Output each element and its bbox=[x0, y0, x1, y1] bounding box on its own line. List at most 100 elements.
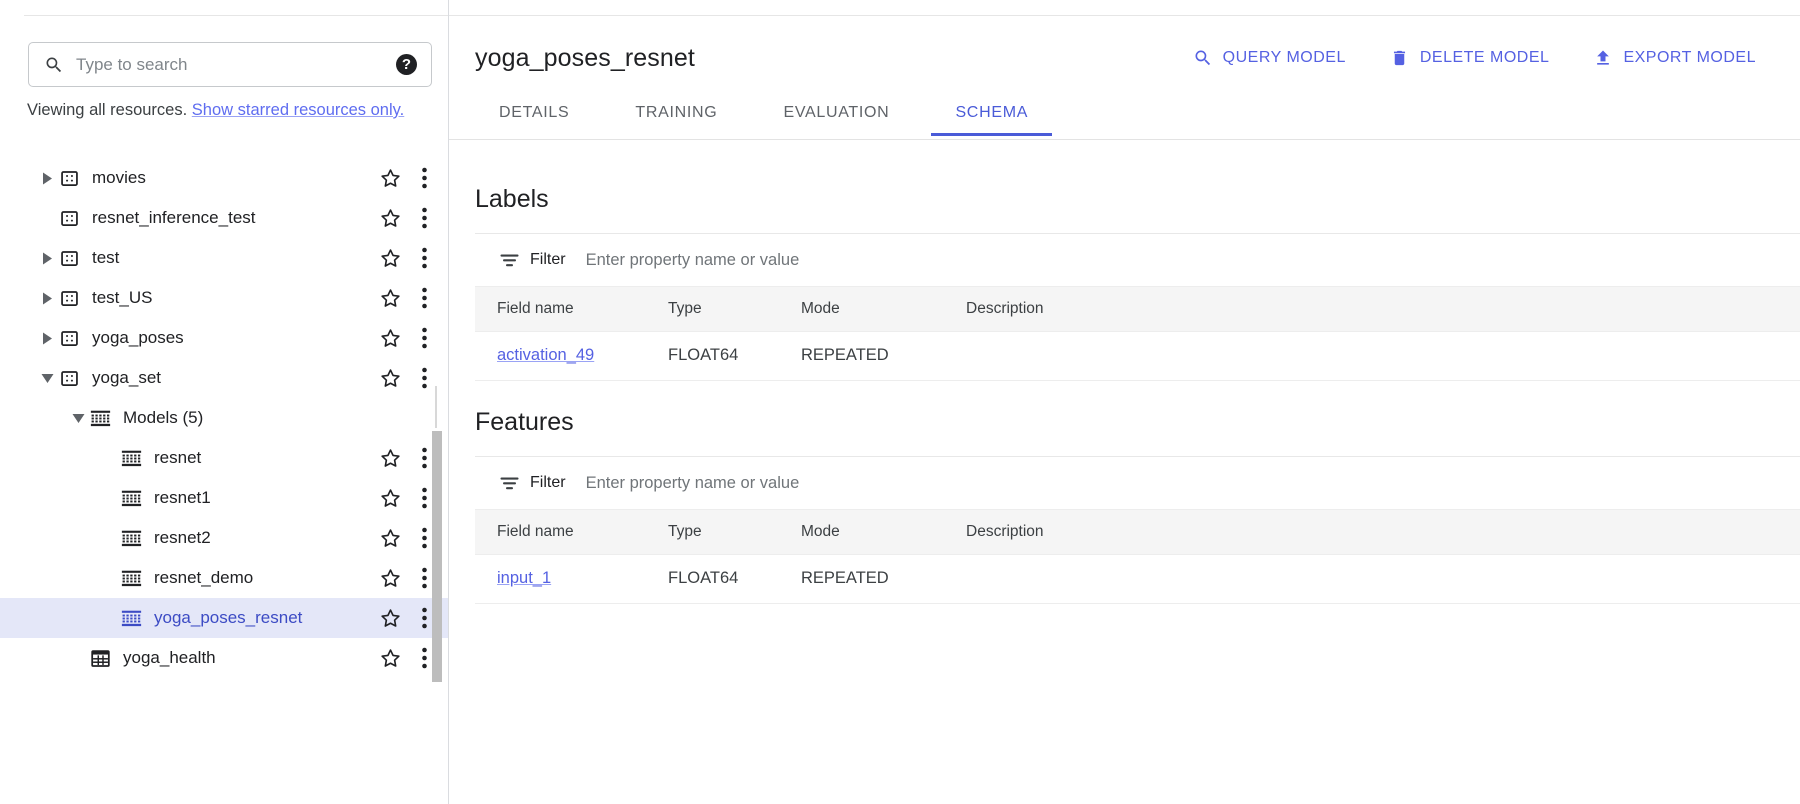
more-options-icon[interactable] bbox=[407, 281, 441, 315]
model-icon bbox=[120, 527, 142, 549]
query-model-button[interactable]: QUERY MODEL bbox=[1171, 40, 1368, 76]
table-header-row: Field name Type Mode Description bbox=[475, 286, 1800, 332]
tab-training[interactable]: TRAINING bbox=[611, 92, 741, 136]
star-icon[interactable] bbox=[373, 441, 407, 475]
tree-item-label: resnet1 bbox=[154, 488, 211, 507]
filter-button[interactable]: Filter bbox=[500, 474, 566, 492]
more-options-icon[interactable] bbox=[407, 321, 441, 355]
more-options-icon[interactable] bbox=[407, 201, 441, 235]
star-icon[interactable] bbox=[373, 361, 407, 395]
cell-description bbox=[966, 331, 1800, 381]
tab-label: SCHEMA bbox=[955, 104, 1029, 121]
star-icon[interactable] bbox=[373, 241, 407, 275]
column-header: Type bbox=[668, 286, 801, 332]
cell-mode: REPEATED bbox=[801, 331, 966, 381]
chevron-right-icon[interactable] bbox=[36, 287, 58, 309]
chevron-right-icon[interactable] bbox=[36, 327, 58, 349]
tree-item-resnet1[interactable]: resnet1 bbox=[0, 478, 448, 518]
field-name-link[interactable]: input_1 bbox=[497, 569, 551, 587]
filter-button[interactable]: Filter bbox=[500, 251, 566, 269]
star-icon[interactable] bbox=[373, 641, 407, 675]
search-box[interactable]: ? bbox=[28, 42, 432, 87]
star-icon[interactable] bbox=[373, 521, 407, 555]
tab-label: DETAILS bbox=[499, 104, 570, 121]
cell-type: FLOAT64 bbox=[668, 331, 801, 381]
search-container: ? bbox=[28, 42, 432, 87]
help-circle-icon[interactable]: ? bbox=[396, 54, 417, 75]
model-icon bbox=[120, 567, 142, 589]
export-model-button[interactable]: EXPORT MODEL bbox=[1571, 40, 1778, 76]
star-icon[interactable] bbox=[373, 321, 407, 355]
tab-details[interactable]: DETAILS bbox=[475, 92, 593, 136]
page-title: yoga_poses_resnet bbox=[475, 43, 695, 72]
tree-item-yoga-poses[interactable]: yoga_poses bbox=[0, 318, 448, 358]
tree-item-test-us[interactable]: test_US bbox=[0, 278, 448, 318]
more-options-icon[interactable] bbox=[407, 241, 441, 275]
chevron-right-icon[interactable] bbox=[36, 167, 58, 189]
column-header: Field name bbox=[475, 286, 668, 332]
trash-icon bbox=[1390, 48, 1410, 68]
star-icon[interactable] bbox=[373, 481, 407, 515]
upload-icon bbox=[1593, 48, 1613, 68]
star-icon[interactable] bbox=[373, 281, 407, 315]
tree-item-resnet-demo[interactable]: resnet_demo bbox=[0, 558, 448, 598]
schema-table: Field name Type Mode Description input_1 FLOA… bbox=[475, 509, 1800, 604]
star-icon[interactable] bbox=[373, 201, 407, 235]
chevron-right-icon[interactable] bbox=[36, 247, 58, 269]
chevron-down-icon[interactable] bbox=[67, 407, 89, 429]
tree-item-test[interactable]: test bbox=[0, 238, 448, 278]
viewing-status: Viewing all resources. Show starred reso… bbox=[27, 98, 431, 123]
show-starred-resources-link[interactable]: Show starred resources only. bbox=[192, 101, 404, 119]
cell-type: FLOAT64 bbox=[668, 554, 801, 604]
tab-bar: DETAILS TRAINING EVALUATION SCHEMA bbox=[449, 92, 1800, 140]
tree-item-yoga-health[interactable]: yoga_health bbox=[0, 638, 448, 678]
cell-mode: REPEATED bbox=[801, 554, 966, 604]
tree-item-resnet[interactable]: resnet bbox=[0, 438, 448, 478]
star-icon[interactable] bbox=[373, 561, 407, 595]
sidebar-scrollbar-thumb[interactable] bbox=[432, 431, 442, 682]
sidebar-scroll-hairline bbox=[435, 386, 437, 428]
filter-input[interactable] bbox=[585, 473, 1086, 493]
tab-label: EVALUATION bbox=[783, 104, 890, 121]
dataset-icon bbox=[58, 327, 80, 349]
tree-item-label: resnet_demo bbox=[154, 568, 254, 587]
dataset-icon bbox=[58, 247, 80, 269]
section-title: Labels bbox=[475, 185, 549, 213]
resource-tree: movies resnet_inference_test test test_US yo… bbox=[0, 158, 448, 804]
dataset-icon bbox=[58, 287, 80, 309]
tree-item-models-5[interactable]: Models (5) bbox=[0, 398, 448, 438]
table-icon bbox=[89, 647, 111, 669]
search-input[interactable] bbox=[76, 54, 396, 75]
tab-schema[interactable]: SCHEMA bbox=[931, 92, 1052, 136]
cell-field-name: activation_49 bbox=[475, 331, 668, 381]
tree-item-resnet2[interactable]: resnet2 bbox=[0, 518, 448, 558]
tab-evaluation[interactable]: EVALUATION bbox=[759, 92, 913, 136]
tree-item-resnet-inference-test[interactable]: resnet_inference_test bbox=[0, 198, 448, 238]
tree-item-yoga-set[interactable]: yoga_set bbox=[0, 358, 448, 398]
schema-table: Field name Type Mode Description activation_… bbox=[475, 286, 1800, 381]
more-options-icon[interactable] bbox=[407, 161, 441, 195]
table-row: input_1 FLOAT64 REPEATED bbox=[475, 554, 1800, 604]
tree-item-movies[interactable]: movies bbox=[0, 158, 448, 198]
tree-item-label: test bbox=[92, 248, 120, 267]
star-icon[interactable] bbox=[373, 601, 407, 635]
dataset-icon bbox=[58, 207, 80, 229]
section-title: Features bbox=[475, 408, 574, 436]
filter-bar: Filter bbox=[475, 233, 1800, 286]
filter-bar: Filter bbox=[475, 456, 1800, 509]
cell-description bbox=[966, 554, 1800, 604]
star-icon[interactable] bbox=[373, 161, 407, 195]
filter-input[interactable] bbox=[585, 250, 1086, 270]
chevron-down-icon[interactable] bbox=[36, 367, 58, 389]
field-name-link[interactable]: activation_49 bbox=[497, 346, 594, 364]
main-top-divider bbox=[449, 15, 1800, 16]
tree-item-yoga-poses-resnet[interactable]: yoga_poses_resnet bbox=[0, 598, 448, 638]
delete-model-button[interactable]: DELETE MODEL bbox=[1368, 40, 1572, 76]
action-label: DELETE MODEL bbox=[1419, 49, 1550, 66]
resource-sidebar: ? Viewing all resources. Show starred re… bbox=[0, 0, 449, 804]
